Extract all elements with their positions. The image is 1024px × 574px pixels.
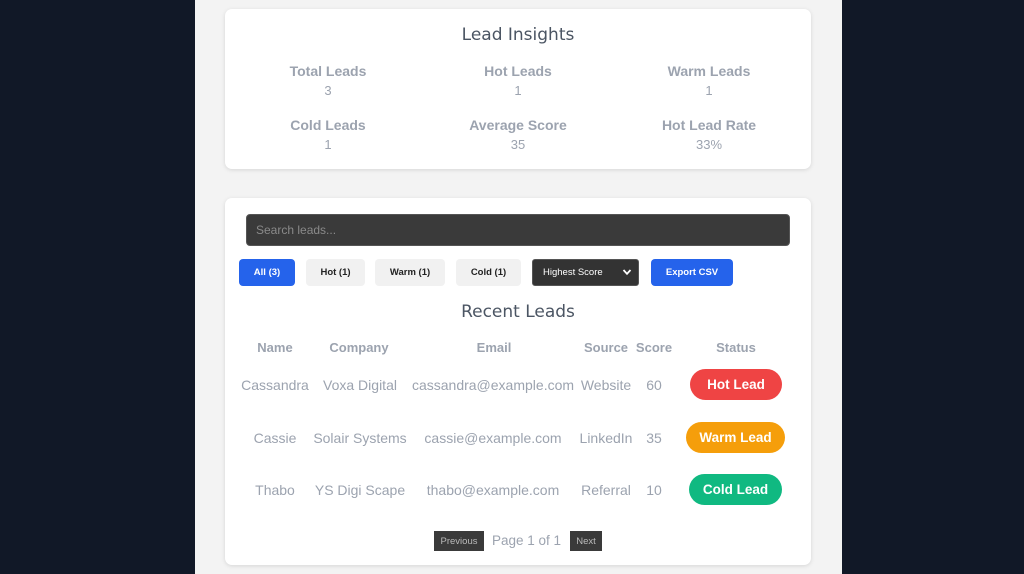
main-content: Lead Insights Total Leads 3 Hot Leads 1 … bbox=[195, 0, 842, 574]
filter-warm-button[interactable]: Warm (1) bbox=[375, 259, 445, 286]
lead-source: Website bbox=[580, 377, 632, 393]
stat-value: 1 bbox=[514, 83, 522, 98]
status-badge: Cold Lead bbox=[689, 474, 782, 505]
previous-page-button[interactable]: Previous bbox=[434, 531, 484, 551]
stat-label: Cold Leads bbox=[290, 117, 366, 133]
stat-label: Warm Leads bbox=[667, 63, 751, 79]
export-csv-button[interactable]: Export CSV bbox=[651, 259, 733, 286]
lead-company: Voxa Digital bbox=[323, 377, 397, 393]
sort-select[interactable]: Highest Score bbox=[532, 259, 639, 286]
stat-value: 35 bbox=[510, 137, 526, 152]
lead-name: Cassandra bbox=[241, 377, 309, 393]
lead-company: Solair Systems bbox=[313, 430, 407, 446]
chevron-down-icon bbox=[622, 269, 632, 276]
sort-selected-label: Highest Score bbox=[543, 267, 603, 278]
lead-score: 60 bbox=[646, 377, 662, 393]
lead-email: cassandra@example.com bbox=[411, 377, 575, 393]
column-header-source: Source bbox=[583, 340, 629, 355]
stat-label: Hot Leads bbox=[484, 63, 552, 79]
lead-source: Referral bbox=[581, 482, 631, 498]
column-header-company: Company bbox=[329, 340, 389, 355]
filter-hot-button[interactable]: Hot (1) bbox=[306, 259, 365, 286]
stat-value: 3 bbox=[324, 83, 332, 98]
stat-label: Total Leads bbox=[289, 63, 367, 79]
lead-score: 10 bbox=[646, 482, 662, 498]
stat-hot-lead-rate: Hot Lead Rate 33% bbox=[619, 117, 799, 152]
filter-all-button[interactable]: All (3) bbox=[239, 259, 295, 286]
lead-email: cassie@example.com bbox=[424, 430, 562, 446]
stat-label: Average Score bbox=[469, 117, 567, 133]
insights-title: Lead Insights bbox=[461, 25, 575, 45]
column-header-status: Status bbox=[716, 340, 756, 355]
lead-email: thabo@example.com bbox=[426, 482, 560, 498]
stat-cold-leads: Cold Leads 1 bbox=[238, 117, 418, 152]
leads-card: All (3) Hot (1) Warm (1) Cold (1) Highes… bbox=[225, 198, 811, 565]
status-badge: Warm Lead bbox=[686, 422, 785, 453]
stat-total-leads: Total Leads 3 bbox=[238, 63, 418, 98]
lead-insights-card: Lead Insights Total Leads 3 Hot Leads 1 … bbox=[225, 9, 811, 169]
stat-average-score: Average Score 35 bbox=[428, 117, 608, 152]
stat-label: Hot Lead Rate bbox=[661, 117, 757, 133]
stat-value: 33% bbox=[695, 137, 723, 152]
search-input[interactable] bbox=[246, 214, 790, 246]
stat-value: 1 bbox=[705, 83, 713, 98]
lead-source: LinkedIn bbox=[579, 430, 633, 446]
column-header-score: Score bbox=[635, 340, 673, 355]
column-header-email: Email bbox=[476, 340, 512, 355]
filter-cold-button[interactable]: Cold (1) bbox=[456, 259, 521, 286]
next-page-button[interactable]: Next bbox=[570, 531, 602, 551]
column-header-name: Name bbox=[257, 340, 293, 355]
lead-company: YS Digi Scape bbox=[314, 482, 406, 498]
stat-hot-leads: Hot Leads 1 bbox=[428, 63, 608, 98]
lead-score: 35 bbox=[646, 430, 662, 446]
page-indicator: Page 1 of 1 bbox=[492, 533, 562, 548]
stat-value: 1 bbox=[324, 137, 332, 152]
stat-warm-leads: Warm Leads 1 bbox=[619, 63, 799, 98]
recent-leads-title: Recent Leads bbox=[461, 302, 575, 322]
lead-name: Cassie bbox=[253, 430, 297, 446]
status-badge: Hot Lead bbox=[690, 369, 782, 400]
lead-name: Thabo bbox=[255, 482, 295, 498]
